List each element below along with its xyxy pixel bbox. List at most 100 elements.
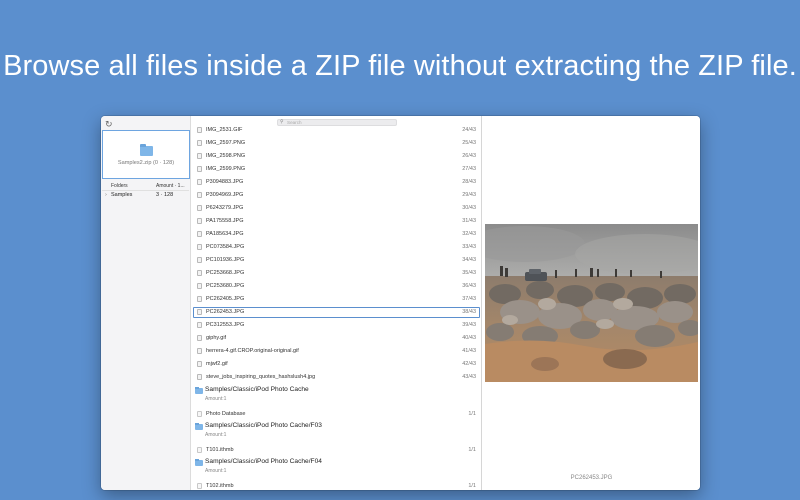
folder-path: Samples/Classic/iPod Photo Cache <box>205 386 309 393</box>
file-name: IMG_2598.PNG <box>206 153 246 159</box>
file-row[interactable]: herrera-4.gif.CROP.original-original.gif… <box>191 345 482 358</box>
file-name: PA185634.JPG <box>206 231 244 237</box>
file-row[interactable]: PC262453.JPG 38/43 <box>191 306 482 319</box>
file-row[interactable]: giphy.gif 40/43 <box>191 332 482 345</box>
file-row[interactable]: P3094969.JPG 29/43 <box>191 189 482 202</box>
folder-amount: Amount:1 <box>205 432 227 438</box>
folder-icon <box>195 459 203 466</box>
file-row[interactable]: T102.ithmb 1/1 <box>191 480 482 490</box>
file-index: 25/43 <box>462 140 476 146</box>
file-name: P3094969.JPG <box>206 192 244 198</box>
file-index: 36/43 <box>462 283 476 289</box>
file-index: 43/43 <box>462 374 476 380</box>
file-row[interactable]: P6243279.JPG 30/43 <box>191 202 482 215</box>
tree-item-amount: 3 · 128 <box>156 192 174 198</box>
file-name: P3094883.JPG <box>206 179 244 185</box>
image-file-icon <box>197 140 202 146</box>
file-index: 1/1 <box>468 483 476 489</box>
file-name: T101.ithmb <box>206 447 234 453</box>
folder-path: Samples/Classic/iPod Photo Cache/F03 <box>205 422 322 429</box>
file-index: 41/43 <box>462 348 476 354</box>
image-file-icon <box>197 348 202 354</box>
image-file-icon <box>197 283 202 289</box>
file-name: Photo Database <box>206 411 246 417</box>
file-name: IMG_2531.GIF <box>206 127 243 133</box>
image-file-icon <box>197 270 202 276</box>
file-index: 24/43 <box>462 127 476 133</box>
file-index: 29/43 <box>462 192 476 198</box>
refresh-icon[interactable]: ↻ <box>105 119 115 129</box>
file-row[interactable]: IMG_2599.PNG 27/43 <box>191 163 482 176</box>
image-file-icon <box>197 361 202 367</box>
file-index: 38/43 <box>462 309 476 315</box>
file-name: PC101936.JPG <box>206 257 245 263</box>
image-file-icon <box>197 218 202 224</box>
file-row[interactable]: PA175558.JPG 31/43 <box>191 215 482 228</box>
file-index: 37/43 <box>462 296 476 302</box>
file-index: 28/43 <box>462 179 476 185</box>
file-row[interactable]: steve_jobs_inspiring_quotes_hashslush4.j… <box>191 371 482 384</box>
document-icon <box>197 447 202 453</box>
image-file-icon <box>197 309 202 315</box>
image-file-icon <box>197 192 202 198</box>
file-row[interactable]: P3094883.JPG 28/43 <box>191 176 482 189</box>
image-file-icon <box>197 322 202 328</box>
image-file-icon <box>197 296 202 302</box>
file-row[interactable]: PC312553.JPG 39/43 <box>191 319 482 332</box>
file-name: T102.ithmb <box>206 483 234 489</box>
file-index: 42/43 <box>462 361 476 367</box>
image-file-icon <box>197 127 202 133</box>
folder-icon <box>195 423 203 430</box>
preview-image <box>485 224 698 382</box>
folder-group-header[interactable]: Samples/Classic/iPod Photo Cache/F04 Amou… <box>191 456 482 480</box>
file-index: 34/43 <box>462 257 476 263</box>
file-name: steve_jobs_inspiring_quotes_hashslush4.j… <box>206 374 316 380</box>
file-row[interactable]: PC262405.JPG 37/43 <box>191 293 482 306</box>
file-name: IMG_2599.PNG <box>206 166 246 172</box>
file-name: giphy.gif <box>206 335 227 341</box>
rocky-landscape-photo <box>485 224 698 382</box>
headline: Browse all files inside a ZIP file witho… <box>3 50 797 82</box>
tree-item-samples[interactable]: › Samples 3 · 128 <box>101 191 191 200</box>
file-row[interactable]: PC253680.JPG 36/43 <box>191 280 482 293</box>
file-row[interactable]: IMG_2598.PNG 26/43 <box>191 150 482 163</box>
folder-group-header[interactable]: Samples/Classic/iPod Photo Cache/F03 Amou… <box>191 420 482 444</box>
zip-archive-item[interactable]: Samples2.zip (0 · 128) <box>102 130 190 179</box>
disclosure-triangle-icon[interactable]: › <box>105 191 107 200</box>
file-name: herrera-4.gif.CROP.original-original.gif <box>206 348 299 354</box>
file-row[interactable]: mjwf2.gif 42/43 <box>191 358 482 371</box>
preview-caption: PC262453.JPG <box>570 475 613 481</box>
image-file-icon <box>197 205 202 211</box>
zip-archive-label: Samples2.zip (0 · 128) <box>117 160 175 166</box>
image-file-icon <box>197 257 202 263</box>
search-field[interactable]: ⚲ Search <box>277 119 397 126</box>
file-row[interactable]: IMG_2597.PNG 25/43 <box>191 137 482 150</box>
file-name: PC073584.JPG <box>206 244 245 250</box>
file-name: PC253680.JPG <box>206 283 245 289</box>
image-file-icon <box>197 231 202 237</box>
folder-icon <box>195 387 203 394</box>
image-file-icon <box>197 335 202 341</box>
file-row[interactable]: PC253668.JPG 35/43 <box>191 267 482 280</box>
file-index: 27/43 <box>462 166 476 172</box>
column-header-amount[interactable]: Amount · 1... <box>156 182 185 190</box>
file-row[interactable]: PC101936.JPG 34/43 <box>191 254 482 267</box>
magnifier-icon: ⚲ <box>280 119 284 125</box>
file-index: 40/43 <box>462 335 476 341</box>
file-name: mjwf2.gif <box>206 361 228 367</box>
file-row[interactable]: T101.ithmb 1/1 <box>191 444 482 456</box>
folder-group-header[interactable]: Samples/Classic/iPod Photo Cache Amount:1 <box>191 384 482 408</box>
file-index: 39/43 <box>462 322 476 328</box>
file-index: 30/43 <box>462 205 476 211</box>
folder-icon <box>140 144 153 156</box>
file-row[interactable]: Photo Database 1/1 <box>191 408 482 420</box>
column-header-folders[interactable]: Folders <box>111 182 128 190</box>
file-row[interactable]: PA185634.JPG 32/43 <box>191 228 482 241</box>
file-name: PC312553.JPG <box>206 322 245 328</box>
file-list: IMG_2531.GIF 24/43 IMG_2597.PNG 25/43 IMG_25… <box>191 116 482 490</box>
file-name: PA175558.JPG <box>206 218 244 224</box>
file-row[interactable]: PC073584.JPG 33/43 <box>191 241 482 254</box>
document-icon <box>197 483 202 489</box>
file-index: 33/43 <box>462 244 476 250</box>
image-file-icon <box>197 179 202 185</box>
